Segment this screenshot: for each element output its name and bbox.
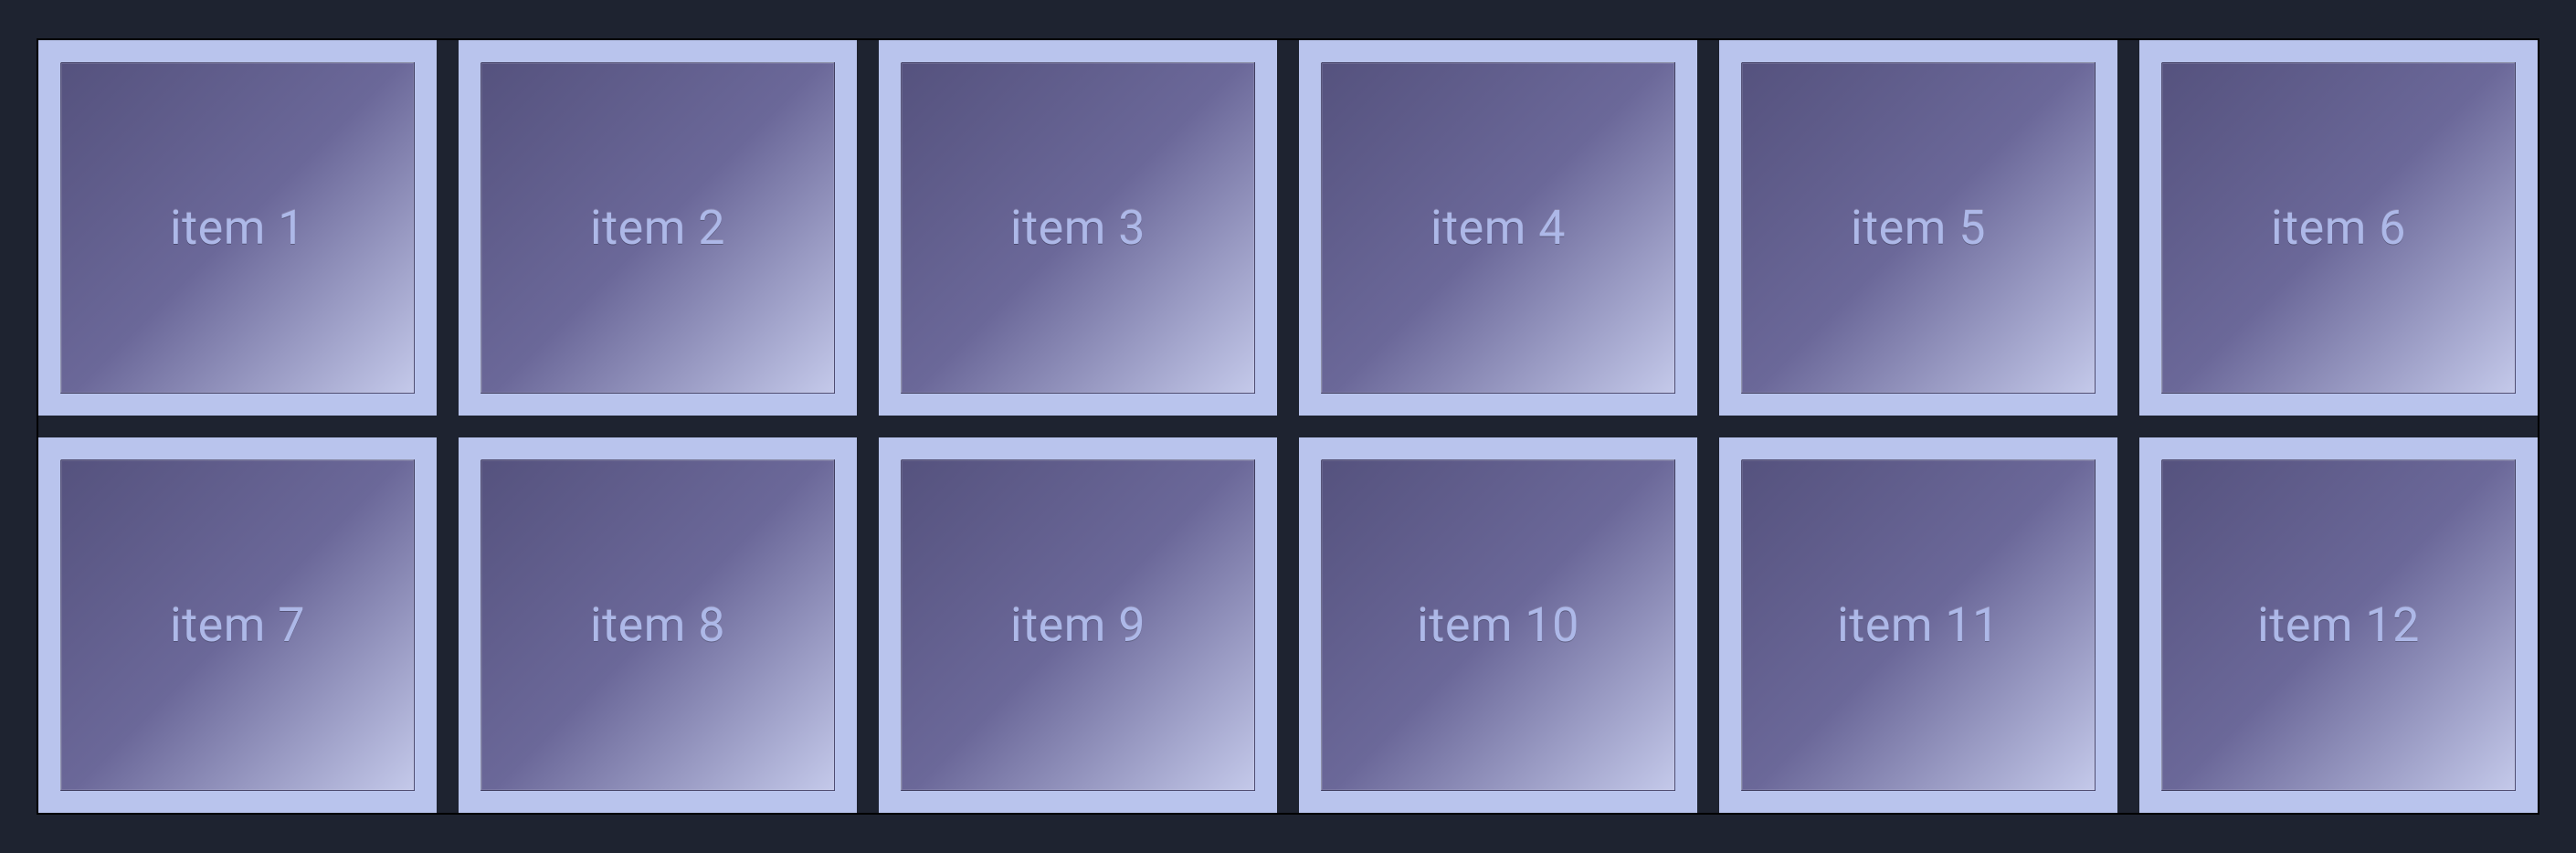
grid-item[interactable]: item 11 [1719, 437, 2117, 813]
grid-item[interactable]: item 5 [1719, 40, 2117, 416]
grid-container: item 1 item 2 item 3 item 4 item 5 [37, 38, 2539, 816]
grid-item-label: item 6 [2271, 200, 2406, 256]
grid-item-inner: item 12 [2161, 459, 2516, 791]
grid-item-inner: item 8 [480, 459, 835, 791]
grid-item-label: item 9 [1010, 597, 1145, 653]
grid-item-inner: item 9 [901, 459, 1255, 791]
grid-item-inner: item 4 [1321, 62, 1675, 394]
grid-item-inner: item 7 [60, 459, 415, 791]
grid-item[interactable]: item 6 [2139, 40, 2538, 416]
grid-item[interactable]: item 4 [1299, 40, 1697, 416]
grid-item-inner: item 2 [480, 62, 835, 394]
grid-item-inner: item 5 [1741, 62, 2096, 394]
grid-item-inner: item 1 [60, 62, 415, 394]
grid-item-label: item 1 [170, 200, 305, 256]
grid-item-inner: item 10 [1321, 459, 1675, 791]
grid-item-inner: item 3 [901, 62, 1255, 394]
grid-item-label: item 10 [1417, 597, 1579, 653]
grid-item-label: item 4 [1431, 200, 1566, 256]
grid-item[interactable]: item 1 [38, 40, 437, 416]
grid-item[interactable]: item 7 [38, 437, 437, 813]
grid-item-label: item 3 [1010, 200, 1145, 256]
grid-item-inner: item 6 [2161, 62, 2516, 394]
grid-item-label: item 12 [2257, 597, 2420, 653]
grid-item[interactable]: item 9 [879, 437, 1277, 813]
grid-item[interactable]: item 2 [459, 40, 857, 416]
grid-item[interactable]: item 12 [2139, 437, 2538, 813]
grid-item[interactable]: item 8 [459, 437, 857, 813]
grid-item-label: item 11 [1837, 597, 2000, 653]
item-grid: item 1 item 2 item 3 item 4 item 5 [38, 40, 2538, 814]
grid-item-label: item 5 [1851, 200, 1986, 256]
grid-item-label: item 8 [590, 597, 725, 653]
grid-item[interactable]: item 10 [1299, 437, 1697, 813]
grid-item-label: item 2 [590, 200, 725, 256]
grid-item-inner: item 11 [1741, 459, 2096, 791]
grid-item-label: item 7 [170, 597, 305, 653]
grid-item[interactable]: item 3 [879, 40, 1277, 416]
